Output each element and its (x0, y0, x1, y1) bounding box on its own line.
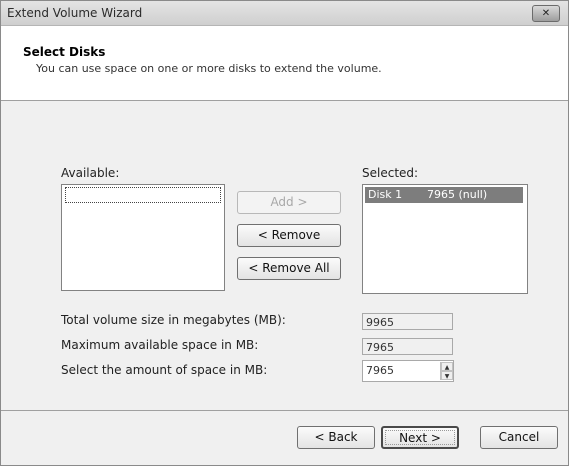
remove-all-button[interactable]: < Remove All (237, 257, 341, 280)
back-button[interactable]: < Back (297, 426, 375, 449)
amount-label: Select the amount of space in MB: (61, 363, 268, 377)
amount-spinner[interactable]: ▲ ▼ (440, 362, 453, 380)
max-space-field: 7965 (362, 338, 453, 355)
selected-disk-size: 7965 (null) (427, 188, 488, 201)
amount-value: 7965 (366, 364, 394, 377)
selected-disks-list[interactable]: Disk 1 7965 (null) (362, 184, 528, 294)
available-label: Available: (61, 166, 120, 180)
chevron-down-icon[interactable]: ▼ (441, 371, 453, 380)
selected-disk-name: Disk 1 (368, 188, 403, 201)
cancel-button[interactable]: Cancel (480, 426, 558, 449)
title-bar: Extend Volume Wizard ✕ (1, 1, 568, 26)
remove-button[interactable]: < Remove (237, 224, 341, 247)
page-subtitle: You can use space on one or more disks t… (36, 62, 382, 75)
footer-divider (1, 410, 568, 411)
wizard-header: Select Disks You can use space on one or… (1, 26, 568, 101)
chevron-up-icon[interactable]: ▲ (441, 362, 453, 371)
window-title: Extend Volume Wizard (7, 6, 143, 20)
total-size-field: 9965 (362, 313, 453, 330)
available-disks-list[interactable] (61, 184, 225, 291)
page-title: Select Disks (23, 45, 106, 59)
extend-volume-wizard-window: Extend Volume Wizard ✕ Select Disks You … (0, 0, 569, 466)
next-button-label: Next > (399, 431, 441, 445)
close-button[interactable]: ✕ (532, 5, 560, 22)
selected-label: Selected: (362, 166, 419, 180)
add-button[interactable]: Add > (237, 191, 341, 214)
total-size-label: Total volume size in megabytes (MB): (61, 313, 286, 327)
close-icon: ✕ (541, 8, 551, 19)
selected-disk-item[interactable]: Disk 1 7965 (null) (365, 187, 523, 203)
next-button[interactable]: Next > (381, 426, 459, 449)
available-list-focus-item[interactable] (65, 187, 221, 203)
max-space-label: Maximum available space in MB: (61, 338, 259, 352)
